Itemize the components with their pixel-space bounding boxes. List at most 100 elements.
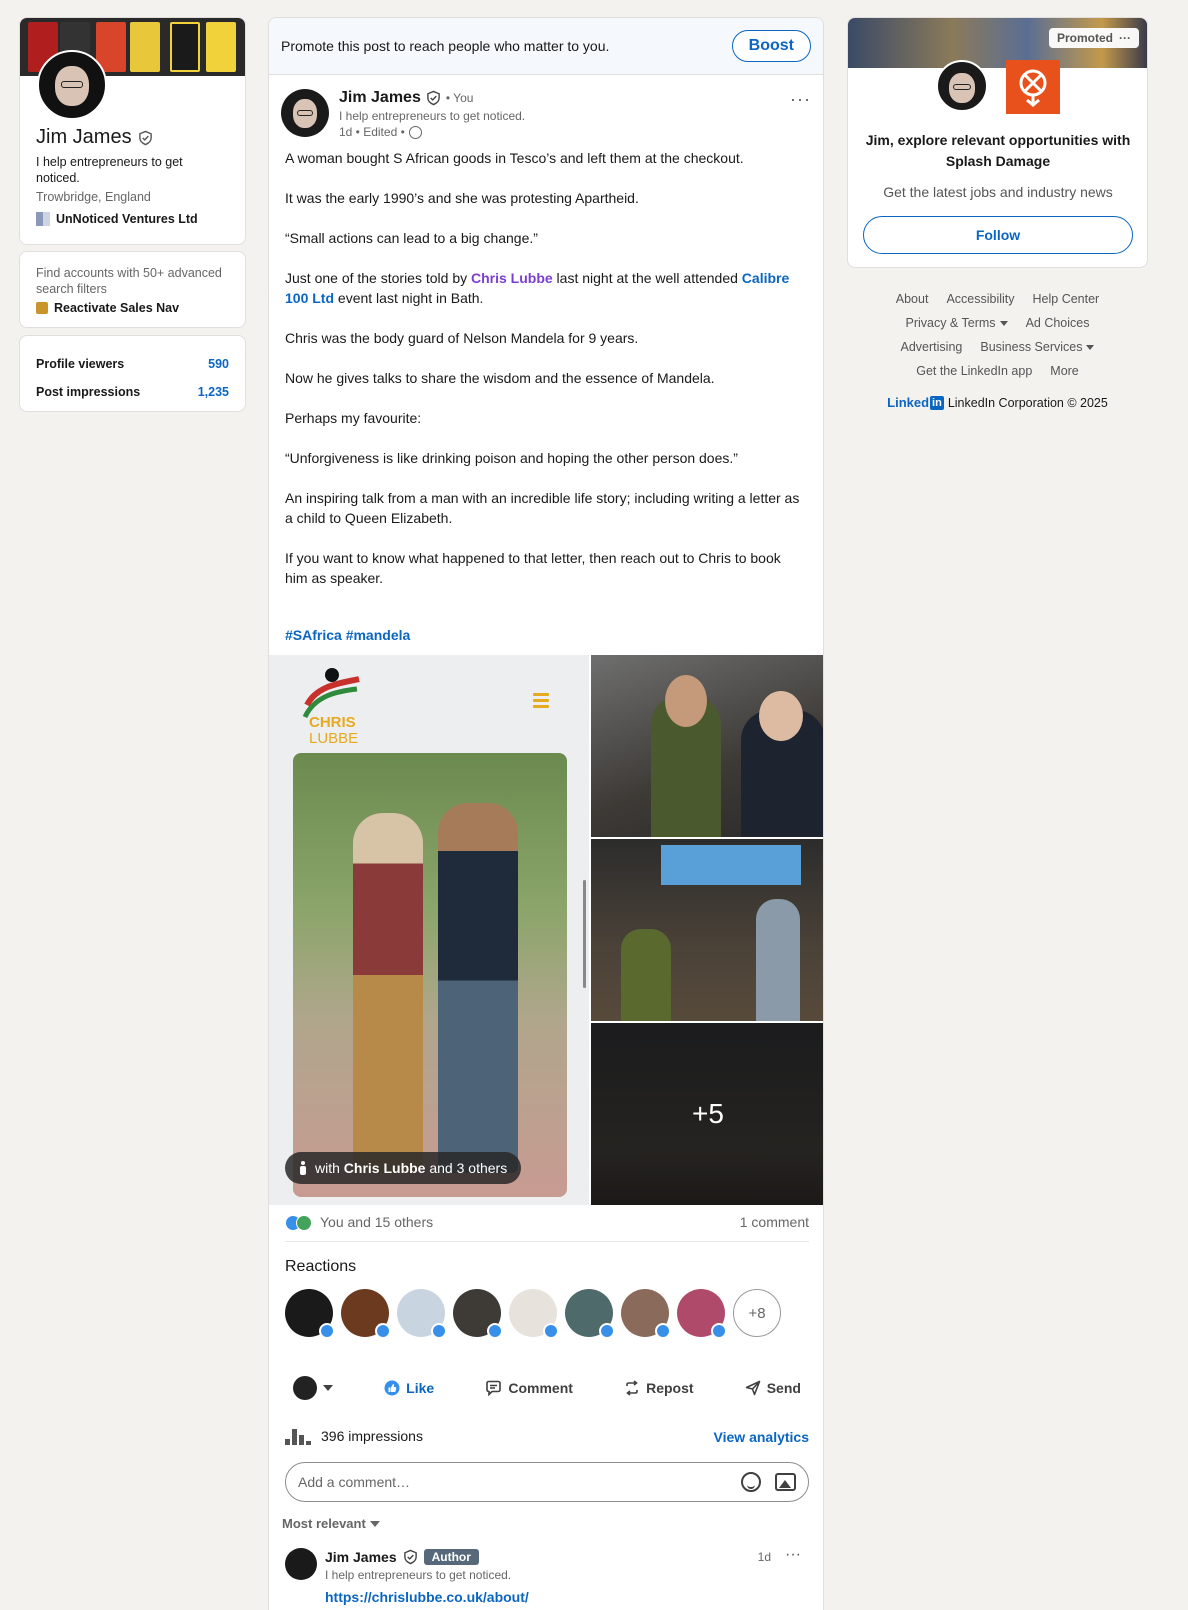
promoted-label[interactable]: Promoted ··· bbox=[1048, 28, 1139, 48]
media-main-image[interactable]: CHRIS LUBBE with Chris Lubbe and 3 other… bbox=[269, 655, 589, 1205]
footer-more[interactable]: More bbox=[1050, 359, 1078, 383]
view-analytics-link[interactable]: View analytics bbox=[714, 1429, 809, 1445]
emoji-icon[interactable] bbox=[741, 1472, 761, 1492]
reactor-avatar[interactable] bbox=[565, 1289, 615, 1339]
promote-text: Promote this post to reach people who ma… bbox=[281, 38, 610, 54]
like-button[interactable]: Like bbox=[376, 1374, 442, 1402]
mention-chris-lubbe[interactable]: Chris Lubbe bbox=[471, 270, 553, 286]
comment-item: Jim James Author I help entrepreneurs to… bbox=[285, 1546, 809, 1610]
react-as-selector[interactable] bbox=[285, 1370, 341, 1406]
stat-profile-viewers[interactable]: Profile viewers 590 bbox=[36, 357, 229, 371]
reactor-avatar[interactable] bbox=[453, 1289, 503, 1339]
reactor-avatar[interactable] bbox=[341, 1289, 391, 1339]
media-thumbnail-1[interactable] bbox=[591, 655, 823, 837]
author-avatar[interactable] bbox=[281, 89, 329, 137]
send-button[interactable]: Send bbox=[737, 1374, 809, 1402]
image-icon[interactable] bbox=[775, 1473, 796, 1491]
reactor-avatar[interactable] bbox=[397, 1289, 447, 1339]
verified-icon bbox=[138, 130, 152, 145]
company-logo-icon bbox=[36, 212, 50, 226]
impressions-row: 396 impressions View analytics bbox=[285, 1428, 809, 1446]
sales-nav-card[interactable]: Find accounts with 50+ advanced search f… bbox=[19, 251, 246, 328]
promote-bar: Promote this post to reach people who ma… bbox=[269, 18, 823, 75]
profile-card: Jim James I help entrepreneurs to get no… bbox=[19, 17, 246, 245]
follow-button[interactable]: Follow bbox=[863, 216, 1133, 254]
post-action-bar: Like Comment Repost Send bbox=[285, 1368, 809, 1408]
actor-avatar bbox=[293, 1376, 317, 1400]
globe-icon bbox=[408, 125, 422, 139]
chris-lubbe-logo: CHRIS LUBBE bbox=[302, 668, 360, 745]
hashtags[interactable]: #SAfrica #mandela bbox=[285, 627, 410, 643]
post-paragraph: “Small actions can lead to a big change.… bbox=[285, 230, 538, 246]
boost-button[interactable]: Boost bbox=[731, 30, 811, 62]
post-paragraph: A woman bought S African goods in Tesco’… bbox=[285, 150, 744, 166]
repost-button[interactable]: Repost bbox=[616, 1374, 701, 1402]
post-media[interactable]: CHRIS LUBBE with Chris Lubbe and 3 other… bbox=[269, 655, 823, 1205]
footer-privacy-terms[interactable]: Privacy & Terms bbox=[905, 311, 1008, 335]
comment-input[interactable] bbox=[298, 1474, 698, 1490]
media-thumbnail-3[interactable]: +5 bbox=[591, 1023, 823, 1205]
media-scrollbar[interactable] bbox=[583, 880, 586, 988]
verified-icon bbox=[403, 1549, 417, 1565]
splash-damage-logo[interactable] bbox=[1006, 60, 1060, 114]
stat-post-impressions[interactable]: Post impressions 1,235 bbox=[36, 385, 229, 399]
profile-location: Trowbridge, England bbox=[36, 190, 151, 204]
footer-copyright: Linked in LinkedIn Corporation © 2025 bbox=[887, 395, 1108, 410]
post-paragraph: Now he gives talks to share the wisdom a… bbox=[285, 370, 715, 386]
hamburger-icon bbox=[533, 693, 549, 711]
ad-subtitle: Get the latest jobs and industry news bbox=[883, 184, 1113, 200]
commenter-name[interactable]: Jim James Author bbox=[325, 1549, 479, 1565]
reactivate-sales-nav-link[interactable]: Reactivate Sales Nav bbox=[36, 301, 179, 315]
footer-advertising[interactable]: Advertising bbox=[901, 335, 963, 359]
commenter-avatar[interactable] bbox=[285, 1548, 317, 1580]
comment-link[interactable]: https://chrislubbe.co.uk/about/ bbox=[325, 1589, 529, 1605]
comment-box-tools bbox=[741, 1472, 796, 1492]
footer-about[interactable]: About bbox=[896, 287, 929, 311]
footer-business-services[interactable]: Business Services bbox=[980, 335, 1095, 359]
profile-avatar[interactable] bbox=[37, 50, 107, 120]
comment-timestamp: 1d bbox=[757, 1550, 771, 1564]
footer-help-center[interactable]: Help Center bbox=[1033, 287, 1100, 311]
comment-box[interactable] bbox=[285, 1462, 809, 1502]
footer-accessibility[interactable]: Accessibility bbox=[946, 287, 1014, 311]
author-name[interactable]: Jim James • You bbox=[339, 89, 473, 107]
profile-company[interactable]: UnNoticed Ventures Ltd bbox=[36, 212, 198, 226]
footer-ad-choices[interactable]: Ad Choices bbox=[1026, 311, 1090, 335]
comment-menu-icon[interactable]: ··· bbox=[785, 1546, 801, 1564]
footer-get-app[interactable]: Get the LinkedIn app bbox=[916, 359, 1032, 383]
reactor-avatar[interactable] bbox=[621, 1289, 671, 1339]
profile-name[interactable]: Jim James bbox=[36, 126, 153, 149]
author-headline: I help entrepreneurs to get noticed. bbox=[339, 109, 526, 123]
comment-button[interactable]: Comment bbox=[477, 1374, 581, 1402]
post-menu-icon[interactable]: ··· bbox=[790, 89, 811, 110]
reactor-avatar[interactable] bbox=[677, 1289, 727, 1339]
reactions-summary[interactable]: You and 15 others bbox=[285, 1214, 433, 1232]
author-badge: Author bbox=[423, 1549, 479, 1565]
profile-headline: I help entrepreneurs to get noticed. bbox=[36, 155, 183, 185]
comment-sort-toggle[interactable]: Most relevant bbox=[282, 1516, 380, 1531]
viewer-avatar bbox=[936, 60, 988, 112]
thumbs-up-icon bbox=[384, 1380, 400, 1396]
ad-menu-icon[interactable]: ··· bbox=[1119, 31, 1131, 45]
tagged-people-pill[interactable]: with Chris Lubbe and 3 others bbox=[285, 1152, 522, 1184]
post-paragraph: Just one of the stories told by Chris Lu… bbox=[285, 270, 790, 306]
reactor-avatar[interactable] bbox=[285, 1289, 335, 1339]
repost-icon bbox=[626, 1380, 638, 1396]
more-reactors-button[interactable]: +8 bbox=[733, 1289, 781, 1337]
more-photos-count[interactable]: +5 bbox=[591, 1023, 823, 1205]
linkedin-logo: Linked in bbox=[887, 395, 944, 410]
media-thumbnail-2[interactable] bbox=[591, 839, 823, 1021]
mandela-photo bbox=[293, 753, 567, 1197]
comments-count[interactable]: 1 comment bbox=[740, 1214, 809, 1231]
social-counts: You and 15 others 1 comment bbox=[285, 1214, 809, 1243]
reactions-heading: Reactions bbox=[285, 1258, 357, 1275]
reaction-icons bbox=[285, 1215, 312, 1232]
celebrate-reaction-icon bbox=[296, 1215, 312, 1232]
you-label: • You bbox=[445, 91, 474, 105]
svg-text:CHRIS: CHRIS bbox=[309, 714, 356, 731]
post-paragraph: Chris was the body guard of Nelson Mande… bbox=[285, 330, 639, 346]
svg-text:LUBBE: LUBBE bbox=[309, 730, 358, 745]
post-paragraph: If you want to know what happened to tha… bbox=[285, 550, 781, 586]
sales-nav-promo-text: Find accounts with 50+ advanced search f… bbox=[36, 266, 222, 296]
reactor-avatar[interactable] bbox=[509, 1289, 559, 1339]
